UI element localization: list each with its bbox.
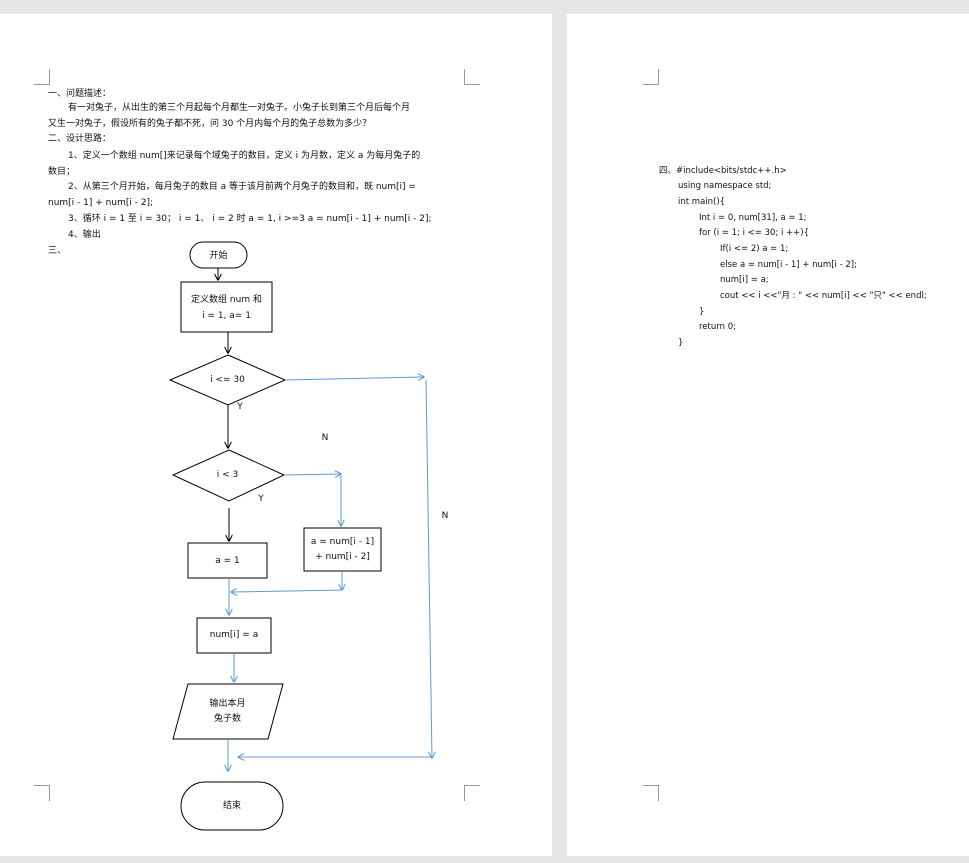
code-line: return 0; — [699, 322, 736, 332]
flow-cond2-label: i < 3 — [216, 470, 239, 480]
code-line: int main(){ — [678, 197, 726, 207]
crop-mark — [643, 69, 659, 85]
flow-output-label: 兔子数 — [213, 714, 241, 724]
code-line: num[i] = a; — [720, 275, 769, 285]
document-page-1: 一、问题描述： 有一对兔子，从出生的第三个月起每个月都生一对兔子。小兔子长到第三… — [0, 14, 552, 856]
code-line: } — [678, 338, 684, 348]
flow-assign-sum-label: + num[i - 2] — [315, 552, 370, 562]
flow-yes-label: Y — [258, 494, 264, 504]
flow-start-label: 开始 — [209, 251, 228, 261]
code-line: } — [699, 307, 705, 317]
code-line: else a = num[i - 1] + num[i - 2]; — [720, 260, 857, 270]
code-line: 四、#include<bits/stdc++.h> — [659, 166, 787, 176]
flowchart — [168, 241, 552, 831]
flow-output-parallelogram — [172, 683, 284, 740]
flow-assign-sum-label: a = num[i - 1] — [310, 537, 375, 547]
flow-arrow — [284, 377, 424, 380]
flow-define-label: i = 1, a= 1 — [202, 311, 251, 321]
document-page-2: 四、#include<bits/stdc++.h> using namespac… — [567, 14, 969, 856]
flow-yes-label: Y — [237, 402, 243, 412]
code-line: Int i = 0, num[31], a = 1; — [699, 213, 807, 223]
flow-arrow — [425, 379, 432, 758]
flow-output-label: 输出本月 — [209, 699, 246, 709]
flow-arrow — [231, 590, 343, 592]
flow-define-box — [180, 281, 273, 333]
flow-cond1-label: i <= 30 — [210, 375, 245, 385]
flow-no-label: N — [441, 511, 449, 521]
code-line: using namespace std; — [678, 181, 772, 191]
flow-assign-sum-box — [303, 527, 382, 572]
flow-end-label: 结束 — [222, 801, 241, 811]
code-line: for (i = 1; i <= 30; i ++){ — [699, 228, 809, 238]
flow-store-label: num[i] = a — [209, 630, 259, 640]
crop-mark — [643, 785, 659, 801]
code-line: cout << i <<"月 : " << num[i] << "只" << e… — [720, 291, 927, 301]
code-line: If(i <= 2) a = 1; — [720, 244, 789, 254]
flow-no-label: N — [321, 433, 329, 443]
flow-assign-a1-label: a = 1 — [215, 556, 240, 566]
flow-arrow — [283, 474, 341, 475]
flow-define-label: 定义数组 num 和 — [191, 295, 262, 305]
